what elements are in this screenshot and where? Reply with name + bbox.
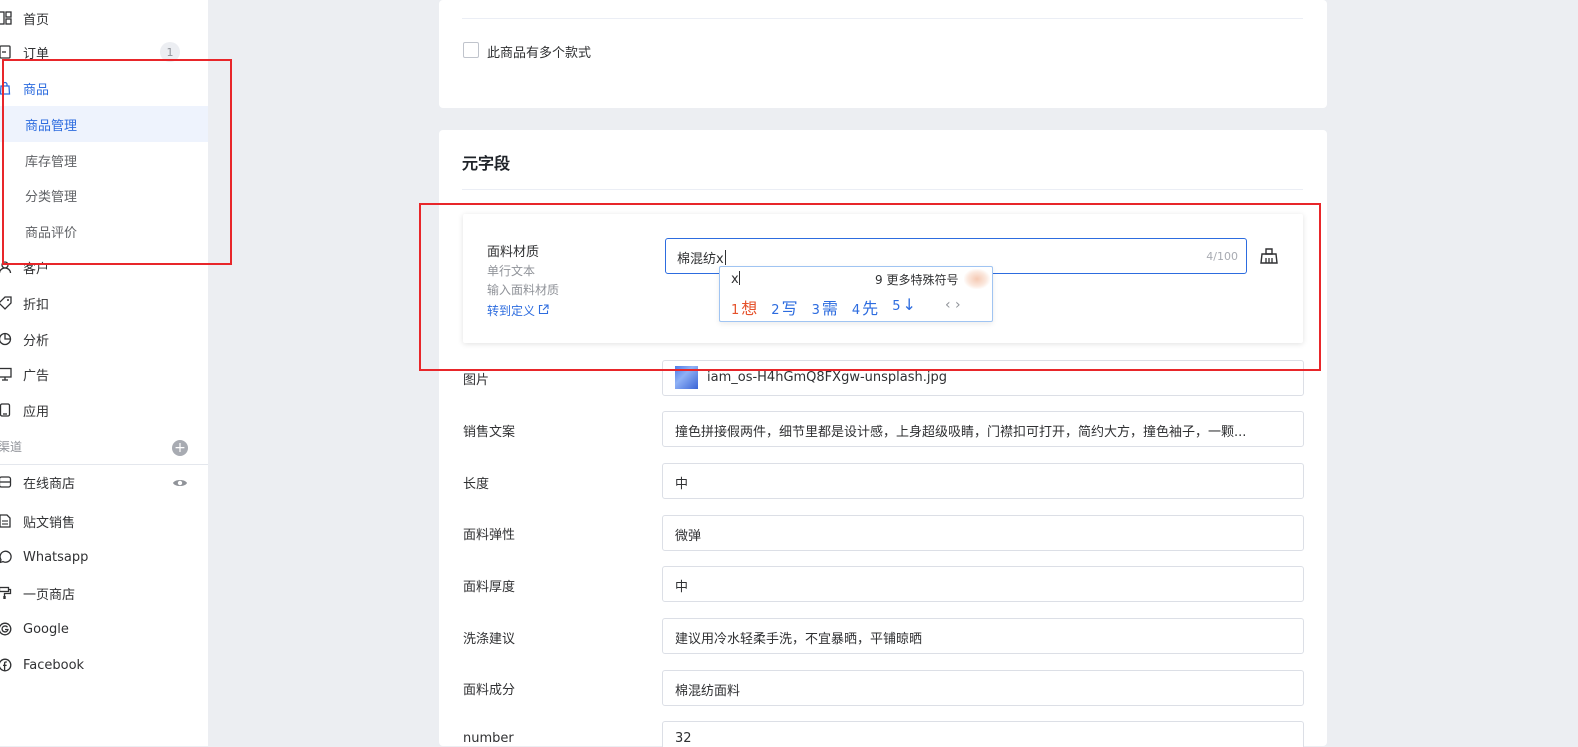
annotation-box-metafield [419, 203, 1321, 371]
sidebar-item-label: 折扣 [23, 297, 50, 313]
sidebar-item-label: 应用 [23, 404, 50, 420]
tag-icon [0, 295, 13, 311]
sidebar-item-facebook[interactable]: Facebook [0, 647, 208, 683]
metafield-label: 长度 [463, 477, 490, 492]
sidebar-item-discounts[interactable]: 折扣 [0, 285, 208, 321]
card-divider [462, 189, 1303, 190]
sales-copy-field[interactable]: 撞色拼接假两件，细节里都是设计感，上身超级吸睛，门襟扣可打开，简约大方，撞色袖子… [662, 411, 1304, 447]
metafield-label: 面料厚度 [463, 580, 516, 595]
sidebar-item-label: 首页 [23, 12, 50, 28]
length-value: 中 [675, 477, 689, 492]
metafields-title: 元字段 [462, 154, 511, 173]
length-field[interactable]: 中 [662, 463, 1304, 499]
order-icon [0, 44, 13, 60]
metafield-label: 图片 [463, 373, 490, 388]
multiple-variants-checkbox[interactable] [463, 42, 479, 58]
sidebar-item-label: 贴文销售 [23, 515, 76, 531]
sales-copy-value: 撞色拼接假两件，细节里都是设计感，上身超级吸睛，门襟扣可打开，简约大方，撞色袖子… [675, 425, 1247, 440]
paint-icon [0, 585, 13, 601]
monitor-icon [0, 366, 13, 382]
app-icon [0, 402, 13, 418]
metafield-label: 销售文案 [463, 425, 516, 440]
annotation-box-sidebar [2, 59, 232, 265]
metafield-label: 洗涤建议 [463, 632, 516, 647]
metafield-label: 面料成分 [463, 683, 516, 698]
number-field[interactable]: 32 [662, 721, 1304, 747]
metafield-label: number [463, 731, 514, 746]
fabric-composition-field[interactable]: 棉混纺面料 [662, 670, 1304, 706]
sidebar-item-post-sales[interactable]: 贴文销售 [0, 503, 208, 539]
multiple-variants-label: 此商品有多个款式 [487, 46, 592, 61]
fabric-thickness-field[interactable]: 中 [662, 566, 1304, 602]
sidebar-item-one-page-store[interactable]: 一页商店 [0, 575, 208, 611]
add-channel-button[interactable]: + [172, 440, 188, 456]
dashboard-icon [0, 10, 13, 26]
sidebar-item-label: Google [23, 621, 69, 637]
number-value: 32 [675, 731, 692, 746]
washing-advice-field[interactable]: 建议用冷水轻柔手洗，不宜暴晒，平铺晾晒 [662, 618, 1304, 654]
facebook-icon [0, 657, 13, 673]
sidebar-item-home[interactable]: 首页 [0, 0, 208, 36]
google-icon [0, 621, 13, 637]
sidebar-item-ads[interactable]: 广告 [0, 356, 208, 392]
whatsapp-icon [0, 549, 13, 565]
sidebar-item-label: Facebook [23, 657, 85, 673]
fabric-elasticity-value: 微弹 [675, 529, 702, 544]
sidebar-item-label: 一页商店 [23, 587, 76, 603]
eye-icon[interactable] [172, 475, 188, 494]
post-icon [0, 513, 13, 529]
card-divider [462, 18, 1303, 19]
washing-advice-value: 建议用冷水轻柔手洗，不宜暴晒，平铺晾晒 [675, 632, 923, 647]
sidebar-item-label: Whatsapp [23, 549, 89, 565]
fabric-thickness-value: 中 [675, 580, 689, 595]
pie-icon [0, 331, 13, 347]
sidebar-item-label: 广告 [23, 368, 50, 384]
sidebar-item-analytics[interactable]: 分析 [0, 321, 208, 357]
sidebar-item-label: 分析 [23, 333, 50, 349]
image-filename: iam_os-H4hGmQ8FXgw-unsplash.jpg [707, 370, 947, 385]
sidebar-item-apps[interactable]: 应用 [0, 392, 208, 428]
metafield-label: 面料弹性 [463, 528, 516, 543]
store-icon [0, 474, 13, 490]
fabric-elasticity-field[interactable]: 微弹 [662, 515, 1304, 551]
sidebar-item-label: 在线商店 [23, 476, 76, 492]
sidebar-item-google[interactable]: Google [0, 611, 208, 647]
sidebar-item-whatsapp[interactable]: Whatsapp [0, 539, 208, 575]
fabric-composition-value: 棉混纺面料 [675, 684, 741, 699]
